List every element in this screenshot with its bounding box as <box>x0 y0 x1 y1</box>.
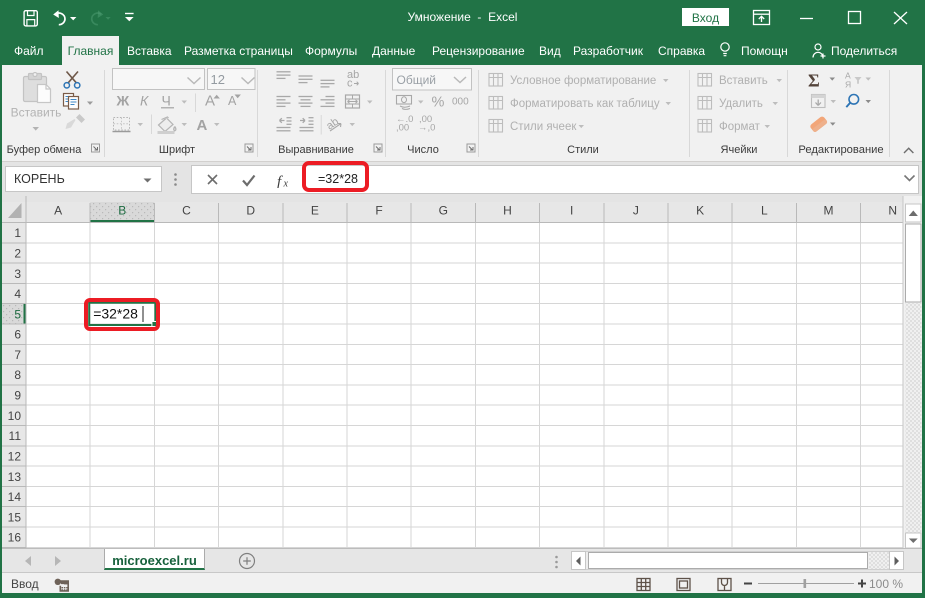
svg-text:16: 16 <box>8 531 22 545</box>
svg-text:Стили: Стили <box>567 144 599 156</box>
svg-text:f: f <box>277 174 283 188</box>
svg-text:B: B <box>118 204 126 218</box>
svg-text:c: c <box>347 78 353 90</box>
svg-text:J: J <box>633 204 639 218</box>
svg-text:,00: ,00 <box>396 123 409 134</box>
svg-text:Форматировать как таблицу: Форматировать как таблицу <box>510 98 660 110</box>
svg-text:15: 15 <box>8 510 22 524</box>
svg-text:Ч: Ч <box>162 93 171 109</box>
svg-text:I: I <box>570 204 573 218</box>
svg-text:Условное форматирование: Условное форматирование <box>510 75 656 87</box>
svg-text:9: 9 <box>14 389 21 403</box>
svg-text:M: M <box>824 204 834 218</box>
svg-text:5: 5 <box>14 307 21 321</box>
svg-text:8: 8 <box>14 368 21 382</box>
svg-text:D: D <box>246 204 255 218</box>
svg-text:Удалить: Удалить <box>719 98 763 110</box>
svg-text:Σ: Σ <box>808 71 820 91</box>
svg-text:12: 12 <box>211 72 225 87</box>
svg-text:A: A <box>54 204 62 218</box>
svg-text:K: K <box>696 204 704 218</box>
svg-text:A: A <box>205 93 215 110</box>
svg-text:H: H <box>503 204 512 218</box>
svg-text:Общий: Общий <box>397 73 437 87</box>
svg-text:4: 4 <box>14 287 21 301</box>
svg-text:1: 1 <box>14 226 21 240</box>
svg-text:3: 3 <box>14 267 21 281</box>
svg-text:000: 000 <box>452 97 469 108</box>
svg-text:%: % <box>432 95 445 111</box>
svg-text:F: F <box>375 204 382 218</box>
svg-text:Ячейки: Ячейки <box>721 144 758 156</box>
svg-text:Вставить: Вставить <box>719 75 768 87</box>
svg-text:10: 10 <box>8 409 22 423</box>
svg-text:Выравнивание: Выравнивание <box>278 144 354 156</box>
svg-text:Ж: Ж <box>116 93 130 109</box>
svg-text:Вставить: Вставить <box>11 106 62 120</box>
svg-text:E: E <box>311 204 319 218</box>
svg-text:К: К <box>140 93 149 109</box>
svg-text:G: G <box>439 204 448 218</box>
svg-text:Буфер обмена: Буфер обмена <box>7 144 83 156</box>
svg-text:2: 2 <box>14 247 21 261</box>
svg-text:C: C <box>182 204 191 218</box>
svg-text:7: 7 <box>14 348 21 362</box>
svg-text:Формат: Формат <box>719 121 761 133</box>
svg-text:L: L <box>761 204 768 218</box>
svg-text:14: 14 <box>8 490 22 504</box>
svg-text:x: x <box>283 179 289 189</box>
svg-text:6: 6 <box>14 328 21 342</box>
svg-text:11: 11 <box>9 429 22 443</box>
svg-text:12: 12 <box>8 449 22 463</box>
svg-text:N: N <box>888 204 897 218</box>
svg-text:A: A <box>197 117 208 134</box>
svg-text:Я: Я <box>845 80 851 90</box>
svg-text:Редактирование: Редактирование <box>798 144 883 156</box>
svg-text:Число: Число <box>407 144 439 156</box>
svg-text:→,0: →,0 <box>418 123 435 134</box>
svg-text:13: 13 <box>8 470 22 484</box>
svg-text:Шрифт: Шрифт <box>159 144 195 156</box>
svg-text:Стили ячеек: Стили ячеек <box>510 121 577 133</box>
svg-text:A: A <box>228 94 237 108</box>
